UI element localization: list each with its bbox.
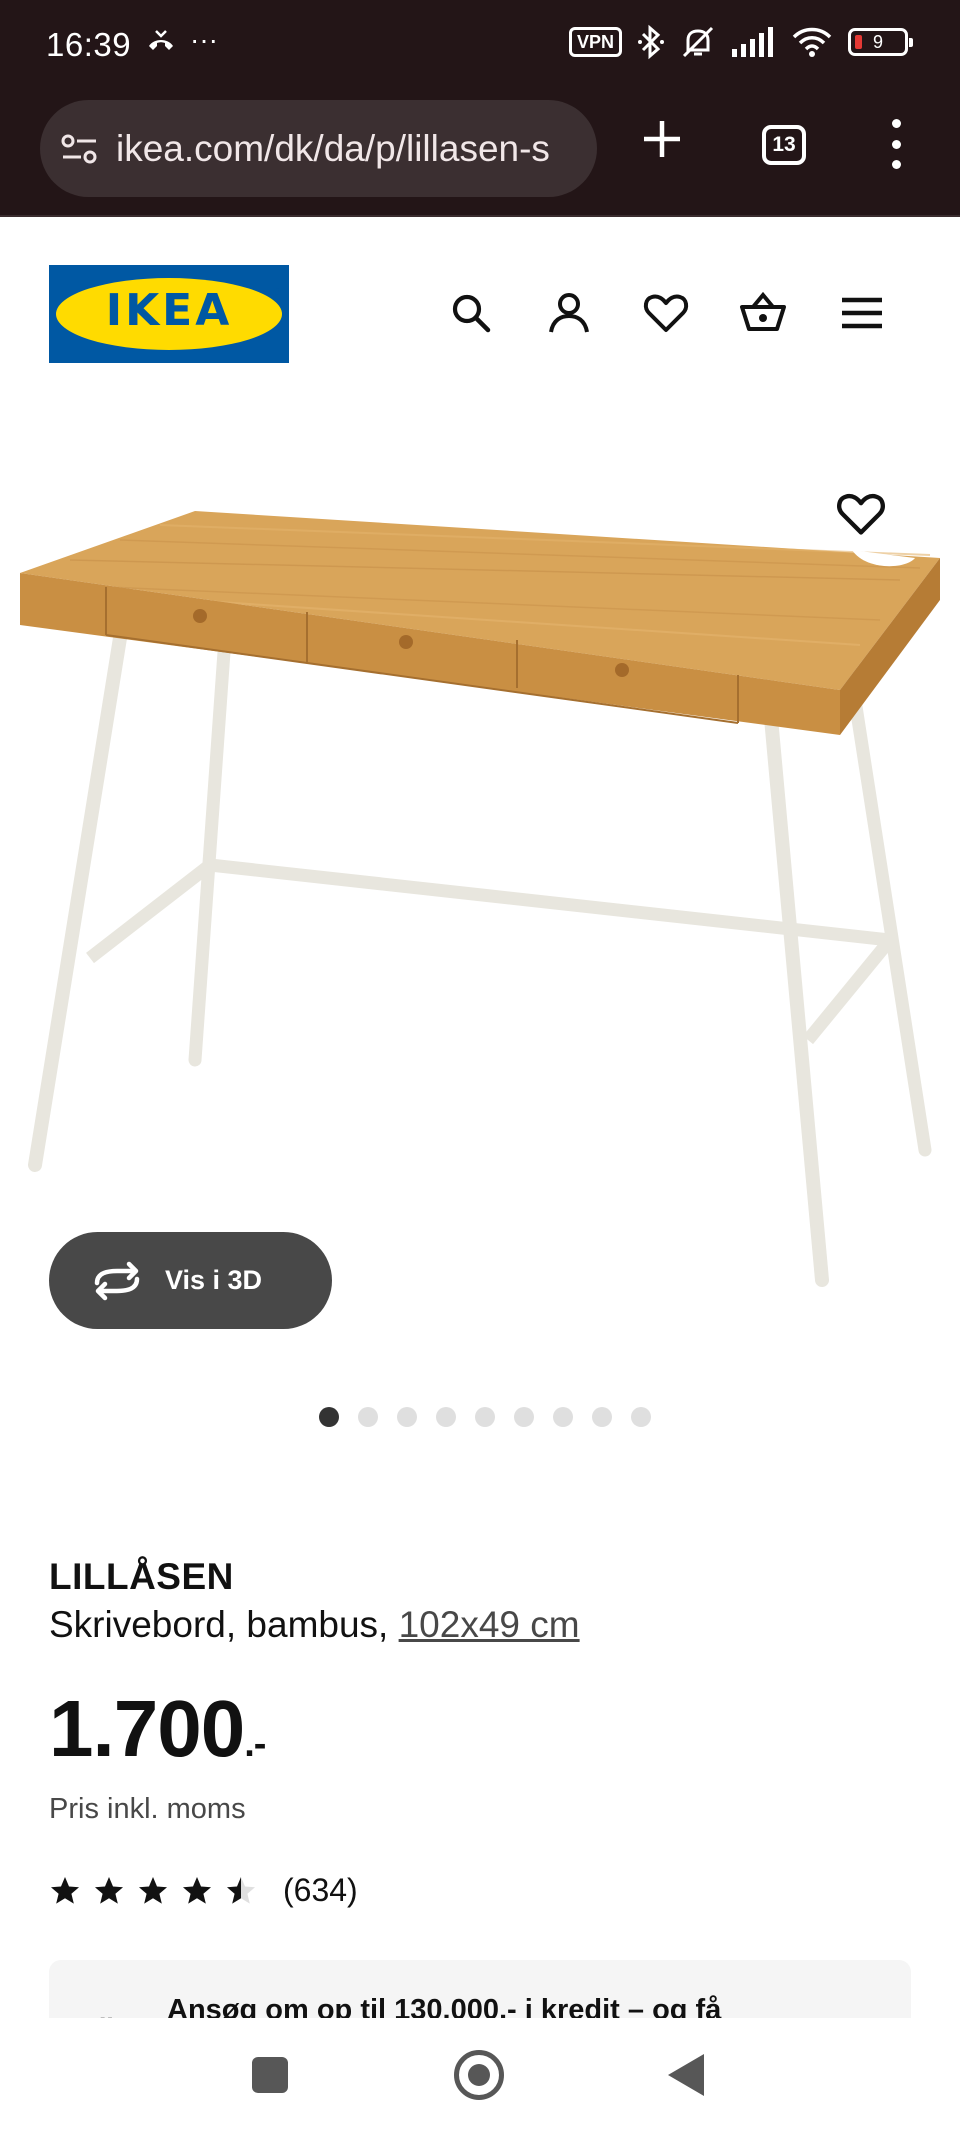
missed-call-icon xyxy=(149,30,173,50)
browser-toolbar: ikea.com/dk/da/p/lillasen-s 13 xyxy=(0,95,960,217)
status-left-icons: ··· xyxy=(146,24,218,55)
carousel-dot[interactable] xyxy=(358,1407,378,1427)
tab-count: 13 xyxy=(772,133,796,156)
star-icon xyxy=(95,1876,123,1904)
review-count[interactable]: (634) xyxy=(283,1872,358,1909)
status-time: 16:39 xyxy=(46,26,132,63)
system-navigation-bar xyxy=(0,2018,960,2133)
address-bar[interactable]: ikea.com/dk/da/p/lillasen-s xyxy=(40,100,597,197)
favorites-icon[interactable] xyxy=(642,289,690,337)
carousel-dot[interactable] xyxy=(514,1407,534,1427)
product-description: Skrivebord, bambus, 102x49 cm xyxy=(49,1604,580,1646)
carousel-dot[interactable] xyxy=(397,1407,417,1427)
menu-icon[interactable] xyxy=(838,289,886,337)
signal-icon xyxy=(732,27,773,57)
status-bar: 16:39 ··· VPN 9 xyxy=(0,0,960,95)
search-icon[interactable] xyxy=(447,289,495,337)
carousel-dot[interactable] xyxy=(553,1407,573,1427)
battery-level: 9 xyxy=(872,31,883,52)
bluetooth-icon xyxy=(638,24,664,60)
account-icon[interactable] xyxy=(545,289,593,337)
view-in-3d-label: Vis i 3D xyxy=(165,1265,263,1295)
home-icon[interactable] xyxy=(454,2050,504,2100)
new-tab-icon[interactable] xyxy=(640,117,684,161)
wifi-icon xyxy=(792,27,832,57)
carousel-dot[interactable] xyxy=(631,1407,651,1427)
star-icon xyxy=(139,1876,167,1904)
product-image xyxy=(20,511,940,1287)
price-suffix: .- xyxy=(244,1723,266,1765)
product-type: Skrivebord, bambus, xyxy=(49,1604,399,1645)
star-icon xyxy=(227,1876,255,1904)
tab-switcher-icon[interactable]: 13 xyxy=(762,125,806,165)
carousel-dot[interactable] xyxy=(592,1407,612,1427)
vpn-icon: VPN xyxy=(568,27,622,57)
product-name: LILLÅSEN xyxy=(49,1556,234,1597)
image-carousel-indicator[interactable] xyxy=(0,1407,960,1427)
view-in-3d-button[interactable]: Vis i 3D xyxy=(49,1232,332,1329)
more-notifications-icon: ··· xyxy=(190,24,218,55)
ikea-logo[interactable]: IKEA ® xyxy=(49,265,289,363)
recent-apps-icon[interactable] xyxy=(252,2057,288,2093)
carousel-dot[interactable] xyxy=(475,1407,495,1427)
site-header: IKEA ® xyxy=(0,219,960,389)
product-price: 1.700.- xyxy=(49,1683,266,1775)
url-text[interactable]: ikea.com/dk/da/p/lillasen-s xyxy=(116,128,581,170)
product-size-link[interactable]: 102x49 cm xyxy=(399,1604,580,1645)
overflow-menu-icon[interactable] xyxy=(886,119,906,169)
carousel-dot[interactable] xyxy=(436,1407,456,1427)
star-icon xyxy=(51,1876,79,1904)
add-to-favorites-icon[interactable] xyxy=(835,488,887,540)
price-value: 1.700 xyxy=(49,1684,245,1773)
product-image-gallery[interactable]: Vis i 3D xyxy=(0,390,960,1390)
price-note: Pris inkl. moms xyxy=(49,1793,246,1825)
star-icon xyxy=(183,1876,211,1904)
mute-icon xyxy=(682,26,714,58)
product-rating[interactable]: (634) xyxy=(49,1872,358,1909)
basket-icon[interactable] xyxy=(739,289,787,337)
battery-icon: 9 xyxy=(848,28,913,56)
rotate-3d-icon xyxy=(94,1261,140,1300)
site-settings-icon[interactable] xyxy=(58,127,102,171)
status-right-icons: VPN 9 xyxy=(568,24,913,60)
back-icon[interactable] xyxy=(668,2054,704,2096)
carousel-dot[interactable] xyxy=(319,1407,339,1427)
